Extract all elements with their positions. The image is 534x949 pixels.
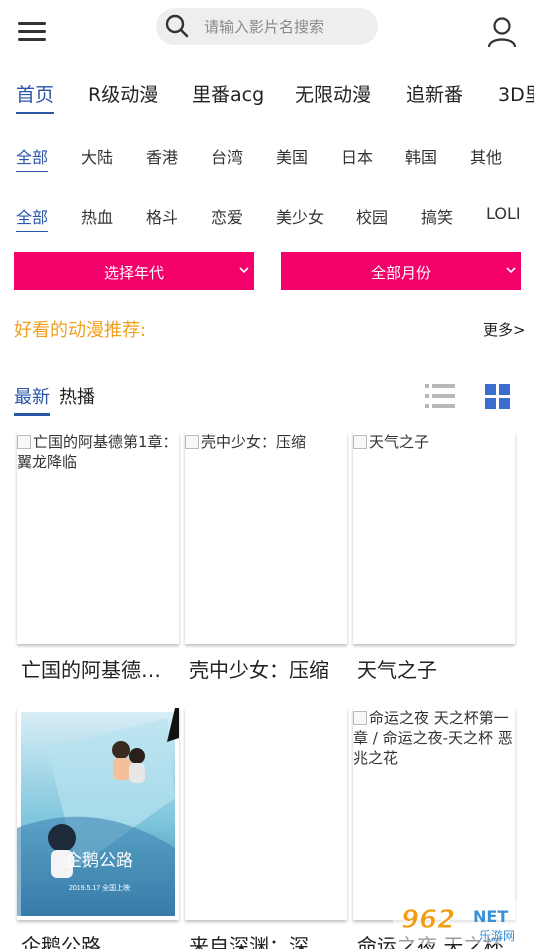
region-filter: 全部 大陆 香港 台湾 美国 日本 韩国 其他: [0, 138, 534, 172]
card-thumbnail[interactable]: 亡国的阿基德第1章：翼龙降临: [17, 432, 179, 644]
top-bar: 请输入影片名搜索: [0, 0, 534, 64]
card-title[interactable]: 亡国的阿基德第1章：翼龙降临: [21, 654, 179, 683]
genre-filter: 全部 热血 格斗 恋爱 美少女 校园 搞笑 LOLI: [0, 198, 534, 232]
broken-image-icon: [185, 435, 199, 449]
site-watermark-logo: 962 NET 乐游网: [393, 900, 530, 944]
card-thumbnail[interactable]: 天气之子: [353, 432, 515, 644]
card-alt-text: 亡国的阿基德第1章：翼龙降临: [17, 433, 178, 471]
video-card[interactable]: 壳中少女：压缩 壳中少女：压缩: [185, 432, 347, 692]
nav-tab-r-anime[interactable]: R级动漫: [88, 80, 158, 107]
card-title[interactable]: 企鹅公路: [21, 930, 179, 949]
search-icon: [165, 14, 189, 38]
video-card[interactable]: 亡国的阿基德第1章：翼龙降临 亡国的阿基德第1章：翼龙降临: [17, 432, 179, 692]
month-select-label: 全部月份: [370, 264, 431, 282]
broken-image-icon: [17, 435, 31, 449]
user-icon[interactable]: [486, 16, 518, 48]
category-nav: 首页 R级动漫 里番acg 无限动漫 追新番 3D里: [0, 74, 534, 114]
card-alt-text: 命运之夜 天之杯第一章 / 命运之夜-天之杯 恶兆之花: [353, 709, 513, 767]
genre-fighting[interactable]: 格斗: [146, 204, 178, 228]
card-alt-text: 天气之子: [369, 433, 430, 451]
genre-action[interactable]: 热血: [81, 204, 113, 228]
nav-tab-home[interactable]: 首页: [16, 80, 55, 114]
broken-image-icon: [353, 711, 367, 725]
card-title[interactable]: 壳中少女：压缩: [189, 654, 347, 683]
region-hongkong[interactable]: 香港: [146, 144, 178, 168]
genre-loli[interactable]: LOLI: [486, 204, 521, 223]
list-view-icon[interactable]: [424, 382, 456, 410]
video-card[interactable]: 来自深渊：深: [185, 708, 347, 949]
svg-text:NET: NET: [473, 907, 508, 926]
region-taiwan[interactable]: 台湾: [211, 144, 243, 168]
broken-image-alt: 壳中少女：压缩: [185, 432, 347, 452]
svg-text:乐游网: 乐游网: [479, 929, 515, 943]
chevron-down-icon: [506, 267, 516, 274]
genre-school[interactable]: 校园: [356, 204, 388, 228]
region-korea[interactable]: 韩国: [405, 144, 437, 168]
genre-all[interactable]: 全部: [16, 204, 49, 232]
nav-tab-new-series[interactable]: 追新番: [406, 80, 463, 107]
region-japan[interactable]: 日本: [341, 144, 373, 168]
broken-image-alt: 亡国的阿基德第1章：翼龙降临: [17, 432, 179, 472]
region-all[interactable]: 全部: [16, 144, 49, 172]
card-thumbnail[interactable]: [185, 708, 347, 920]
card-title[interactable]: 来自深渊：深: [189, 930, 347, 949]
chevron-down-icon: [239, 267, 249, 274]
sort-hot[interactable]: 热播: [59, 383, 95, 409]
penguin-highway-poster: 企鹅公路 2019.5.17 全国上映: [17, 708, 179, 916]
broken-image-alt: 命运之夜 天之杯第一章 / 命运之夜-天之杯 恶兆之花: [353, 708, 515, 768]
video-card[interactable]: 企鹅公路 2019.5.17 全国上映 企鹅公路: [17, 708, 179, 949]
poster-title: 企鹅公路: [65, 851, 133, 870]
region-usa[interactable]: 美国: [276, 144, 308, 168]
year-select-label: 选择年代: [103, 264, 164, 282]
search-box[interactable]: 请输入影片名搜索: [156, 8, 378, 45]
sort-latest[interactable]: 最新: [14, 383, 50, 416]
card-thumbnail[interactable]: 壳中少女：压缩: [185, 432, 347, 644]
poster-date: 2019.5.17 全国上映: [69, 883, 130, 892]
card-title[interactable]: 天气之子: [357, 654, 515, 683]
genre-bishoujo[interactable]: 美少女: [276, 204, 324, 228]
menu-icon[interactable]: [18, 22, 46, 44]
card-alt-text: 壳中少女：压缩: [201, 433, 307, 451]
region-other[interactable]: 其他: [470, 144, 502, 168]
broken-image-icon: [353, 435, 367, 449]
month-select[interactable]: 全部月份: [281, 252, 521, 290]
card-thumbnail[interactable]: 企鹅公路 2019.5.17 全国上映: [17, 708, 179, 920]
svg-text:962: 962: [401, 905, 455, 935]
nav-tab-unlimited[interactable]: 无限动漫: [295, 80, 371, 107]
card-thumbnail[interactable]: 命运之夜 天之杯第一章 / 命运之夜-天之杯 恶兆之花: [353, 708, 515, 920]
genre-comedy[interactable]: 搞笑: [421, 204, 453, 228]
grid-view-icon[interactable]: [484, 383, 512, 411]
video-card[interactable]: 天气之子 天气之子: [353, 432, 515, 692]
search-placeholder: 请输入影片名搜索: [204, 18, 325, 36]
broken-image-alt: 天气之子: [353, 432, 515, 452]
nav-tab-3d[interactable]: 3D里: [498, 80, 534, 107]
more-link[interactable]: 更多>: [483, 319, 526, 340]
nav-tab-lifan-acg[interactable]: 里番acg: [192, 80, 264, 107]
region-mainland[interactable]: 大陆: [81, 144, 113, 168]
year-select[interactable]: 选择年代: [14, 252, 254, 290]
recommend-heading: 好看的动漫推荐:: [14, 320, 147, 341]
genre-romance[interactable]: 恋爱: [211, 204, 243, 228]
